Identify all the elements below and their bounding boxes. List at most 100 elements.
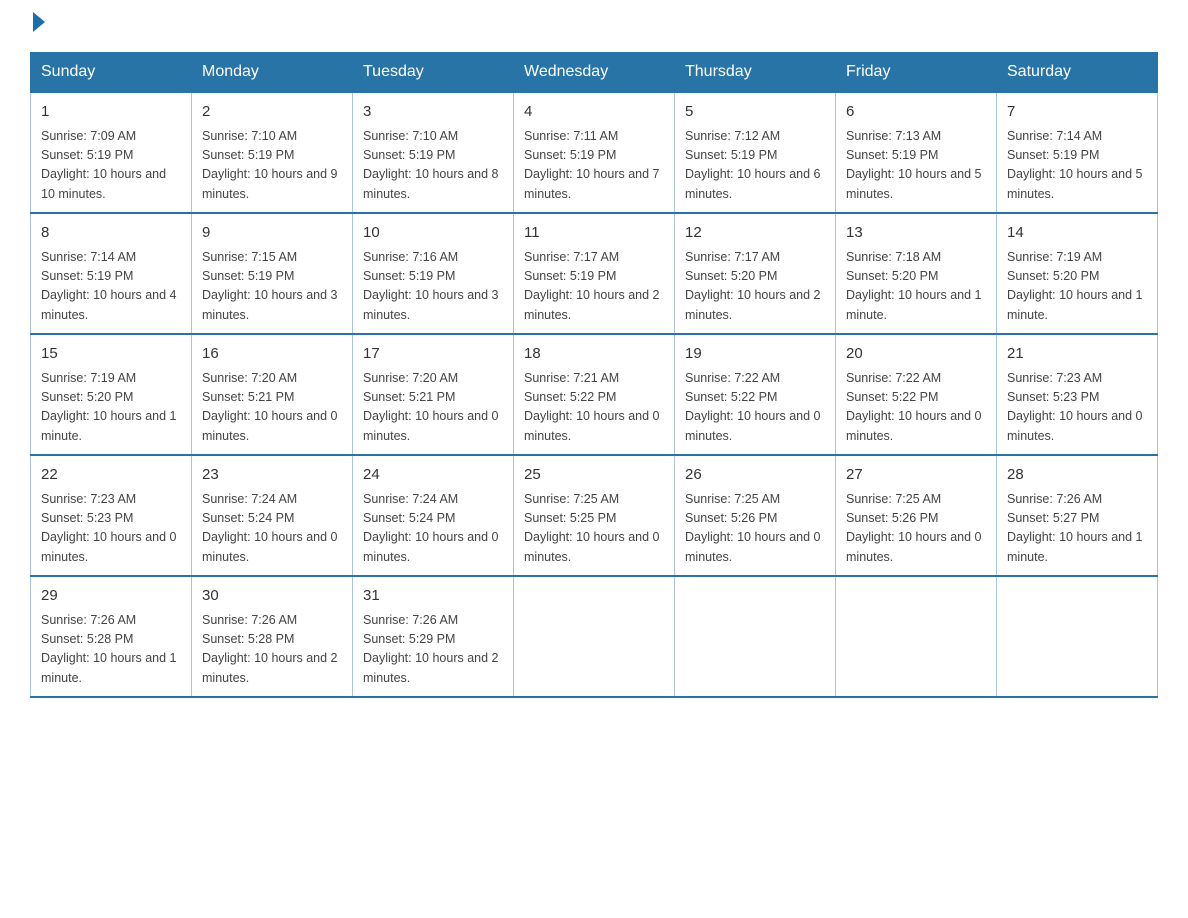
day-number: 6 xyxy=(846,101,986,124)
day-number: 18 xyxy=(524,343,664,366)
day-info: Sunrise: 7:18 AMSunset: 5:20 PMDaylight:… xyxy=(846,248,986,326)
day-info: Sunrise: 7:19 AMSunset: 5:20 PMDaylight:… xyxy=(1007,248,1147,326)
header-saturday: Saturday xyxy=(997,53,1158,93)
day-number: 10 xyxy=(363,222,503,245)
header-tuesday: Tuesday xyxy=(353,53,514,93)
day-info: Sunrise: 7:22 AMSunset: 5:22 PMDaylight:… xyxy=(685,369,825,447)
day-info: Sunrise: 7:10 AMSunset: 5:19 PMDaylight:… xyxy=(202,127,342,205)
calendar-cell: 31 Sunrise: 7:26 AMSunset: 5:29 PMDayligh… xyxy=(353,576,514,697)
calendar-cell: 17 Sunrise: 7:20 AMSunset: 5:21 PMDayligh… xyxy=(353,334,514,455)
day-info: Sunrise: 7:14 AMSunset: 5:19 PMDaylight:… xyxy=(1007,127,1147,205)
header-monday: Monday xyxy=(192,53,353,93)
week-row-2: 8 Sunrise: 7:14 AMSunset: 5:19 PMDaylight… xyxy=(31,213,1158,334)
calendar-cell: 28 Sunrise: 7:26 AMSunset: 5:27 PMDayligh… xyxy=(997,455,1158,576)
calendar-cell: 7 Sunrise: 7:14 AMSunset: 5:19 PMDaylight… xyxy=(997,92,1158,213)
day-number: 24 xyxy=(363,464,503,487)
day-info: Sunrise: 7:26 AMSunset: 5:28 PMDaylight:… xyxy=(202,611,342,689)
calendar-cell: 20 Sunrise: 7:22 AMSunset: 5:22 PMDayligh… xyxy=(836,334,997,455)
day-info: Sunrise: 7:11 AMSunset: 5:19 PMDaylight:… xyxy=(524,127,664,205)
week-row-5: 29 Sunrise: 7:26 AMSunset: 5:28 PMDayligh… xyxy=(31,576,1158,697)
logo xyxy=(30,20,45,32)
day-number: 2 xyxy=(202,101,342,124)
day-info: Sunrise: 7:12 AMSunset: 5:19 PMDaylight:… xyxy=(685,127,825,205)
day-number: 23 xyxy=(202,464,342,487)
header-sunday: Sunday xyxy=(31,53,192,93)
calendar-cell: 27 Sunrise: 7:25 AMSunset: 5:26 PMDayligh… xyxy=(836,455,997,576)
calendar-cell xyxy=(997,576,1158,697)
day-info: Sunrise: 7:24 AMSunset: 5:24 PMDaylight:… xyxy=(202,490,342,568)
day-info: Sunrise: 7:21 AMSunset: 5:22 PMDaylight:… xyxy=(524,369,664,447)
day-info: Sunrise: 7:23 AMSunset: 5:23 PMDaylight:… xyxy=(41,490,181,568)
calendar-cell: 22 Sunrise: 7:23 AMSunset: 5:23 PMDayligh… xyxy=(31,455,192,576)
calendar-cell: 23 Sunrise: 7:24 AMSunset: 5:24 PMDayligh… xyxy=(192,455,353,576)
day-number: 9 xyxy=(202,222,342,245)
day-info: Sunrise: 7:14 AMSunset: 5:19 PMDaylight:… xyxy=(41,248,181,326)
day-number: 7 xyxy=(1007,101,1147,124)
day-info: Sunrise: 7:15 AMSunset: 5:19 PMDaylight:… xyxy=(202,248,342,326)
day-number: 13 xyxy=(846,222,986,245)
day-info: Sunrise: 7:17 AMSunset: 5:19 PMDaylight:… xyxy=(524,248,664,326)
day-info: Sunrise: 7:13 AMSunset: 5:19 PMDaylight:… xyxy=(846,127,986,205)
calendar-cell: 3Sunrise: 7:10 AMSunset: 5:19 PMDaylight… xyxy=(353,92,514,213)
calendar-cell: 18 Sunrise: 7:21 AMSunset: 5:22 PMDayligh… xyxy=(514,334,675,455)
day-number: 17 xyxy=(363,343,503,366)
day-number: 12 xyxy=(685,222,825,245)
calendar-cell xyxy=(836,576,997,697)
day-number: 30 xyxy=(202,585,342,608)
day-number: 21 xyxy=(1007,343,1147,366)
calendar-cell: 30 Sunrise: 7:26 AMSunset: 5:28 PMDayligh… xyxy=(192,576,353,697)
calendar-cell: 8 Sunrise: 7:14 AMSunset: 5:19 PMDaylight… xyxy=(31,213,192,334)
day-number: 28 xyxy=(1007,464,1147,487)
day-number: 16 xyxy=(202,343,342,366)
day-number: 14 xyxy=(1007,222,1147,245)
week-row-1: 1 Sunrise: 7:09 AMSunset: 5:19 PMDaylight… xyxy=(31,92,1158,213)
header-friday: Friday xyxy=(836,53,997,93)
day-number: 11 xyxy=(524,222,664,245)
day-number: 31 xyxy=(363,585,503,608)
header-thursday: Thursday xyxy=(675,53,836,93)
calendar-cell: 26 Sunrise: 7:25 AMSunset: 5:26 PMDayligh… xyxy=(675,455,836,576)
calendar-cell: 19 Sunrise: 7:22 AMSunset: 5:22 PMDayligh… xyxy=(675,334,836,455)
day-number: 29 xyxy=(41,585,181,608)
day-info: Sunrise: 7:23 AMSunset: 5:23 PMDaylight:… xyxy=(1007,369,1147,447)
header xyxy=(30,20,1158,32)
day-number: 8 xyxy=(41,222,181,245)
calendar-cell xyxy=(675,576,836,697)
day-info: Sunrise: 7:25 AMSunset: 5:25 PMDaylight:… xyxy=(524,490,664,568)
calendar-cell: 9 Sunrise: 7:15 AMSunset: 5:19 PMDaylight… xyxy=(192,213,353,334)
calendar-cell: 5 Sunrise: 7:12 AMSunset: 5:19 PMDaylight… xyxy=(675,92,836,213)
day-number: 25 xyxy=(524,464,664,487)
day-number: 5 xyxy=(685,101,825,124)
days-header-row: SundayMondayTuesdayWednesdayThursdayFrid… xyxy=(31,53,1158,93)
day-number: 26 xyxy=(685,464,825,487)
day-info: Sunrise: 7:25 AMSunset: 5:26 PMDaylight:… xyxy=(685,490,825,568)
calendar-cell: 16 Sunrise: 7:20 AMSunset: 5:21 PMDayligh… xyxy=(192,334,353,455)
header-wednesday: Wednesday xyxy=(514,53,675,93)
logo-arrow-icon xyxy=(33,12,45,32)
calendar-cell xyxy=(514,576,675,697)
calendar-cell: 25 Sunrise: 7:25 AMSunset: 5:25 PMDayligh… xyxy=(514,455,675,576)
day-number: 19 xyxy=(685,343,825,366)
day-info: Sunrise: 7:25 AMSunset: 5:26 PMDaylight:… xyxy=(846,490,986,568)
day-info: Sunrise: 7:26 AMSunset: 5:27 PMDaylight:… xyxy=(1007,490,1147,568)
day-number: 20 xyxy=(846,343,986,366)
day-number: 27 xyxy=(846,464,986,487)
day-info: Sunrise: 7:19 AMSunset: 5:20 PMDaylight:… xyxy=(41,369,181,447)
day-info: Sunrise: 7:17 AMSunset: 5:20 PMDaylight:… xyxy=(685,248,825,326)
calendar-cell: 10Sunrise: 7:16 AMSunset: 5:19 PMDayligh… xyxy=(353,213,514,334)
day-info: Sunrise: 7:22 AMSunset: 5:22 PMDaylight:… xyxy=(846,369,986,447)
day-number: 22 xyxy=(41,464,181,487)
day-info: Sunrise: 7:20 AMSunset: 5:21 PMDaylight:… xyxy=(202,369,342,447)
calendar-cell: 29Sunrise: 7:26 AMSunset: 5:28 PMDayligh… xyxy=(31,576,192,697)
day-number: 15 xyxy=(41,343,181,366)
day-number: 1 xyxy=(41,101,181,124)
day-info: Sunrise: 7:09 AMSunset: 5:19 PMDaylight:… xyxy=(41,127,181,205)
calendar-table: SundayMondayTuesdayWednesdayThursdayFrid… xyxy=(30,52,1158,698)
calendar-cell: 21 Sunrise: 7:23 AMSunset: 5:23 PMDayligh… xyxy=(997,334,1158,455)
day-info: Sunrise: 7:26 AMSunset: 5:29 PMDaylight:… xyxy=(363,611,503,689)
week-row-4: 22 Sunrise: 7:23 AMSunset: 5:23 PMDayligh… xyxy=(31,455,1158,576)
day-info: Sunrise: 7:10 AMSunset: 5:19 PMDaylight:… xyxy=(363,127,503,205)
day-info: Sunrise: 7:20 AMSunset: 5:21 PMDaylight:… xyxy=(363,369,503,447)
calendar-cell: 12 Sunrise: 7:17 AMSunset: 5:20 PMDayligh… xyxy=(675,213,836,334)
calendar-cell: 4Sunrise: 7:11 AMSunset: 5:19 PMDaylight… xyxy=(514,92,675,213)
